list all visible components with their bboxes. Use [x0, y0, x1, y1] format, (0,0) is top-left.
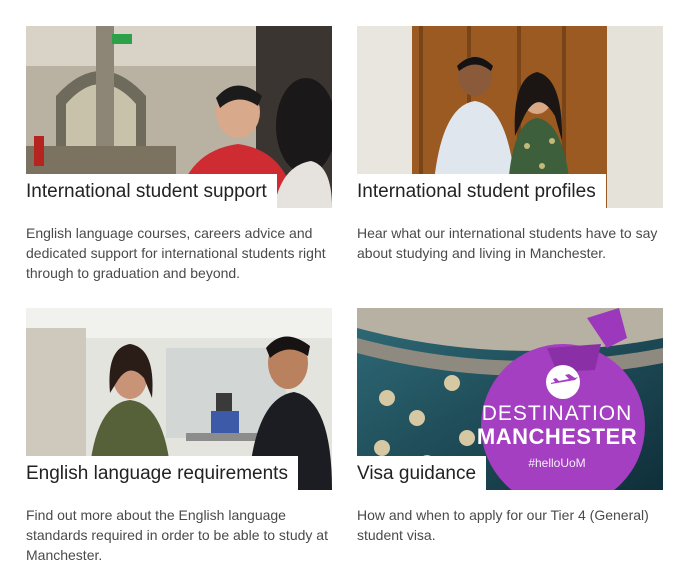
card-image: English language requirements [26, 308, 332, 490]
card-link[interactable]: International student support English la… [26, 26, 332, 283]
luggage-tag-text: DESTINATION MANCHESTER #helloUoM [457, 402, 657, 470]
card-link[interactable]: DESTINATION MANCHESTER #helloUoM Visa gu… [357, 308, 663, 545]
card-description: Hear what our international students hav… [357, 225, 658, 261]
airplane-icon [546, 365, 580, 399]
card-title[interactable]: Visa guidance [357, 456, 487, 490]
card-international-student-profiles[interactable]: International student profiles Hear what… [357, 26, 663, 263]
card-link[interactable]: International student profiles Hear what… [357, 26, 663, 263]
card-image: International student support [26, 26, 332, 208]
card-description: English language courses, careers advice… [26, 225, 326, 281]
card-image: International student profiles [357, 26, 663, 208]
card-description: How and when to apply for our Tier 4 (Ge… [357, 507, 649, 543]
card-visa-guidance[interactable]: DESTINATION MANCHESTER #helloUoM Visa gu… [357, 308, 663, 545]
tag-hashtag: #helloUoM [528, 456, 586, 470]
card-title[interactable]: International student profiles [357, 174, 606, 208]
tag-destination: DESTINATION [481, 402, 633, 425]
card-image: DESTINATION MANCHESTER #helloUoM Visa gu… [357, 308, 663, 490]
card-english-language-requirements[interactable]: English language requirements Find out m… [26, 308, 332, 565]
card-title[interactable]: English language requirements [26, 456, 298, 490]
card-link[interactable]: English language requirements Find out m… [26, 308, 332, 565]
tag-manchester: MANCHESTER [476, 424, 638, 449]
card-description: Find out more about the English language… [26, 507, 328, 563]
card-title[interactable]: International student support [26, 174, 277, 208]
card-international-student-support[interactable]: International student support English la… [26, 26, 332, 283]
